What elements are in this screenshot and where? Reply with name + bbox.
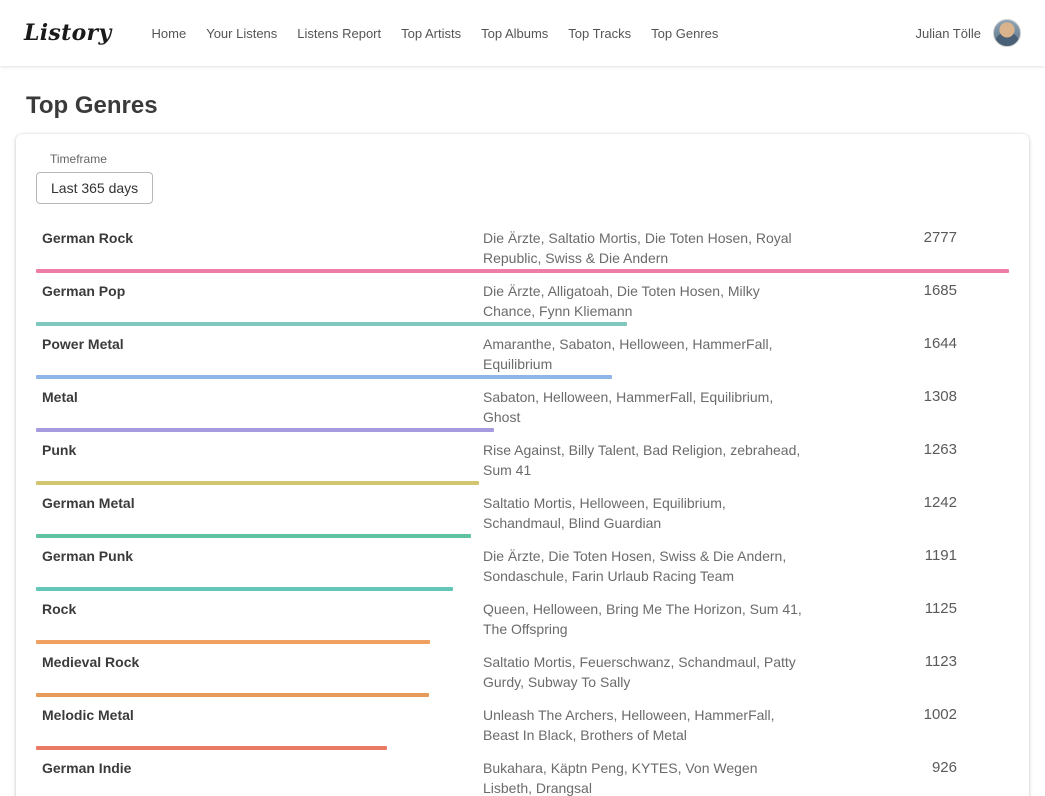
genre-artists: Die Ärzte, Die Toten Hosen, Swiss & Die …: [483, 546, 815, 586]
genre-row: Rock Queen, Helloween, Bring Me The Hori…: [36, 591, 1009, 644]
nav-link-your-listens[interactable]: Your Listens: [206, 26, 277, 41]
genre-name: German Punk: [36, 546, 483, 566]
genre-name: Punk: [36, 440, 483, 460]
genre-artists: Die Ärzte, Alligatoah, Die Toten Hosen, …: [483, 281, 815, 321]
genre-row: German Pop Die Ärzte, Alligatoah, Die To…: [36, 273, 1009, 326]
genre-row: German Indie Bukahara, Käptn Peng, KYTES…: [36, 750, 1009, 796]
nav-link-top-albums[interactable]: Top Albums: [481, 26, 548, 41]
genre-name: Power Metal: [36, 334, 483, 354]
page-title: Top Genres: [26, 92, 1045, 120]
genre-count: 1685: [815, 281, 1009, 301]
genre-row: Metal Sabaton, Helloween, HammerFall, Eq…: [36, 379, 1009, 432]
genre-name: Metal: [36, 387, 483, 407]
genre-row: Punk Rise Against, Billy Talent, Bad Rel…: [36, 432, 1009, 485]
nav-link-top-artists[interactable]: Top Artists: [401, 26, 461, 41]
genre-artists: Unleash The Archers, Helloween, HammerFa…: [483, 705, 815, 745]
genre-count: 1644: [815, 334, 1009, 354]
genre-name: German Rock: [36, 228, 483, 248]
user-avatar[interactable]: [993, 19, 1021, 47]
top-navbar: Listory Home Your Listens Listens Report…: [0, 0, 1045, 66]
genre-artists: Die Ärzte, Saltatio Mortis, Die Toten Ho…: [483, 228, 815, 268]
timeframe-label: Timeframe: [50, 152, 1009, 166]
genre-count: 1263: [815, 440, 1009, 460]
genre-artists: Saltatio Mortis, Helloween, Equilibrium,…: [483, 493, 815, 533]
genre-row: German Rock Die Ärzte, Saltatio Mortis, …: [36, 220, 1009, 273]
user-name: Julian Tölle: [915, 26, 981, 41]
genre-count: 1123: [815, 652, 1009, 672]
genre-row: German Punk Die Ärzte, Die Toten Hosen, …: [36, 538, 1009, 591]
genre-artists: Queen, Helloween, Bring Me The Horizon, …: [483, 599, 815, 639]
nav-link-home[interactable]: Home: [152, 26, 187, 41]
nav-link-top-tracks[interactable]: Top Tracks: [568, 26, 631, 41]
genre-row: Medieval Rock Saltatio Mortis, Feuerschw…: [36, 644, 1009, 697]
genre-row: Power Metal Amaranthe, Sabaton, Hellowee…: [36, 326, 1009, 379]
genre-table: German Rock Die Ärzte, Saltatio Mortis, …: [36, 220, 1009, 796]
genre-artists: Sabaton, Helloween, HammerFall, Equilibr…: [483, 387, 815, 427]
genre-count: 926: [815, 758, 1009, 778]
genre-count: 1242: [815, 493, 1009, 513]
genre-name: Medieval Rock: [36, 652, 483, 672]
top-genres-card: Timeframe Last 365 days German Rock Die …: [16, 134, 1029, 796]
genre-count: 1002: [815, 705, 1009, 725]
user-menu[interactable]: Julian Tölle: [915, 19, 1021, 47]
genre-artists: Rise Against, Billy Talent, Bad Religion…: [483, 440, 815, 480]
nav-link-listens-report[interactable]: Listens Report: [297, 26, 381, 41]
nav-links: Home Your Listens Listens Report Top Art…: [152, 26, 719, 41]
genre-count: 2777: [815, 228, 1009, 248]
genre-row: Melodic Metal Unleash The Archers, Hello…: [36, 697, 1009, 750]
genre-artists: Bukahara, Käptn Peng, KYTES, Von Wegen L…: [483, 758, 815, 796]
genre-count: 1191: [815, 546, 1009, 566]
app-logo[interactable]: Listory: [24, 20, 112, 46]
genre-name: Melodic Metal: [36, 705, 483, 725]
genre-artists: Saltatio Mortis, Feuerschwanz, Schandmau…: [483, 652, 815, 692]
timeframe-select[interactable]: Last 365 days: [36, 172, 153, 204]
genre-name: German Indie: [36, 758, 483, 778]
nav-link-top-genres[interactable]: Top Genres: [651, 26, 718, 41]
genre-row: German Metal Saltatio Mortis, Helloween,…: [36, 485, 1009, 538]
genre-count: 1308: [815, 387, 1009, 407]
genre-count: 1125: [815, 599, 1009, 619]
genre-name: Rock: [36, 599, 483, 619]
genre-name: German Pop: [36, 281, 483, 301]
genre-artists: Amaranthe, Sabaton, Helloween, HammerFal…: [483, 334, 815, 374]
timeframe-block: Timeframe Last 365 days: [36, 152, 1009, 204]
genre-name: German Metal: [36, 493, 483, 513]
